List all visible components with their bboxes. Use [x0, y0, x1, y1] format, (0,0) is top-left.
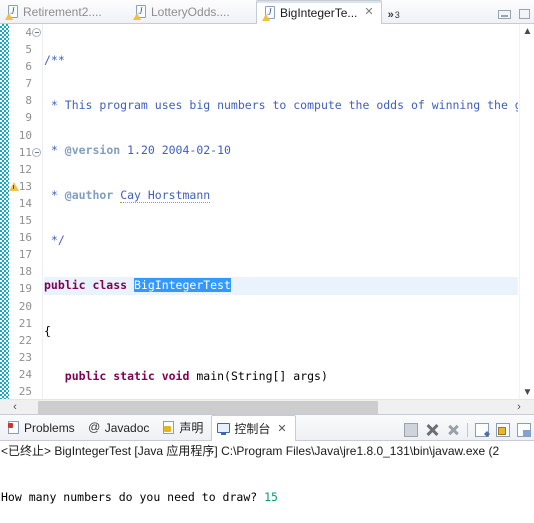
scroll-down-icon[interactable]: ▼ — [520, 385, 534, 399]
code-line: */ — [44, 233, 65, 248]
code-line: { — [44, 323, 51, 338]
gutter-separator — [42, 24, 43, 414]
editor-vertical-scrollbar[interactable]: ▲ ▼ — [519, 24, 534, 399]
fold-toggle-icon[interactable] — [32, 28, 41, 37]
code-content[interactable]: /** * This program uses big numbers to c… — [44, 24, 518, 399]
overflow-count: 3 — [394, 10, 400, 20]
code-line: public class BigIntegerTest — [44, 277, 518, 295]
code-line: * @version 1.20 2004-02-10 — [44, 143, 231, 158]
warning-marker-icon[interactable] — [9, 181, 19, 192]
problems-icon — [7, 421, 20, 434]
minimize-icon[interactable] — [498, 9, 511, 19]
console-toolbar — [404, 423, 534, 440]
chevron-double-right-icon: » — [387, 9, 394, 21]
remove-launch-icon[interactable] — [425, 423, 439, 437]
marker-column — [9, 24, 19, 414]
code-line: * This program uses big numbers to compu… — [44, 98, 518, 113]
view-tab-bar: Problems @ Javadoc 声明 控制台 ✕ — [0, 415, 534, 441]
view-tab-label: 声明 — [179, 421, 204, 435]
maximize-icon[interactable] — [519, 9, 530, 19]
eclipse-ide-window: J Retirement2.... J LotteryOdds.... J Bi… — [0, 0, 534, 523]
clear-console-icon[interactable] — [475, 423, 489, 437]
close-icon[interactable]: ✕ — [364, 7, 373, 18]
java-file-warning-icon: J — [133, 4, 147, 20]
pin-console-icon[interactable] — [517, 423, 531, 437]
terminate-icon[interactable] — [404, 423, 418, 437]
editor-tab-overflow-button[interactable]: » 3 — [382, 10, 404, 23]
console-line: How many numbers do you need to draw? 15 — [1, 490, 278, 504]
console-icon — [217, 422, 231, 435]
editor-tab-bar: J Retirement2.... J LotteryOdds.... J Bi… — [0, 0, 534, 24]
scroll-lock-icon[interactable] — [496, 423, 510, 437]
declaration-icon — [162, 421, 175, 434]
java-file-warning-icon: J — [5, 4, 19, 20]
view-tab-javadoc[interactable]: @ Javadoc — [83, 415, 158, 440]
editor-tab-lotteryodds[interactable]: J LotteryOdds.... — [128, 0, 256, 23]
remove-all-launches-icon[interactable] — [446, 423, 460, 437]
code-line: public static void main(String[] args) — [64, 368, 328, 383]
code-line: /** — [44, 53, 65, 67]
scroll-left-icon[interactable]: ‹ — [0, 399, 30, 414]
editor-tab-label: LotteryOdds.... — [151, 4, 230, 19]
view-tab-label: Problems — [24, 420, 75, 435]
javadoc-icon: @ — [88, 420, 101, 434]
horizontal-scroll-thumb[interactable] — [38, 400, 378, 414]
fold-toggle-icon[interactable] — [32, 147, 41, 157]
editor-window-controls — [498, 9, 534, 23]
console-process-header: <已终止> BigIntegerTest [Java 应用程序] C:\Prog… — [1, 444, 500, 458]
selected-identifier: BigIntegerTest — [134, 278, 231, 293]
code-editor[interactable]: 4567891011121314151617181920212223242526… — [0, 24, 534, 414]
view-tab-declaration[interactable]: 声明 — [157, 415, 211, 440]
console-output: How many numbers do you need to draw? 15… — [0, 459, 534, 523]
scroll-up-icon[interactable]: ▲ — [520, 24, 534, 38]
view-tab-label: 控制台 — [234, 422, 271, 436]
toolbar-divider — [467, 423, 468, 437]
view-tab-label: Javadoc — [104, 420, 150, 435]
console-input-value: 15 — [264, 490, 278, 504]
editor-tab-bigintegertest[interactable]: J BigIntegerTe... ✕ — [256, 0, 382, 24]
java-file-warning-icon: J — [262, 5, 276, 21]
editor-tab-retirement2[interactable]: J Retirement2.... — [0, 0, 128, 23]
horizontal-scroll-track[interactable] — [30, 399, 504, 414]
close-icon[interactable]: ✕ — [277, 422, 286, 435]
editor-tab-label: Retirement2.... — [23, 4, 102, 19]
scroll-right-icon[interactable]: › — [504, 399, 534, 414]
view-tab-console[interactable]: 控制台 ✕ — [211, 415, 296, 441]
editor-tab-label: BigIntegerTe... — [280, 5, 358, 20]
console-output-area[interactable]: <已终止> BigIntegerTest [Java 应用程序] C:\Prog… — [0, 442, 534, 523]
view-tab-problems[interactable]: Problems — [2, 415, 83, 440]
editor-horizontal-scrollbar[interactable]: ‹ › — [0, 399, 534, 414]
bottom-view-stack: Problems @ Javadoc 声明 控制台 ✕ <已终止> BigInt… — [0, 414, 534, 523]
annotation-change-bar — [0, 24, 9, 414]
code-line: * @author Cay Horstmann — [44, 188, 211, 204]
